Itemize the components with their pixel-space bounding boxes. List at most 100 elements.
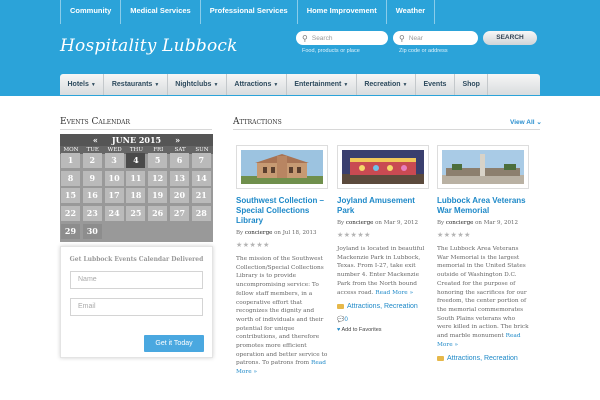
nav-recreation[interactable]: Recreation ▼	[357, 74, 416, 95]
calendar-day[interactable]: 25	[126, 206, 146, 222]
top-nav-professional-services[interactable]: Professional Services	[201, 0, 298, 24]
calendar-header: « JUNE 2015 »	[60, 134, 213, 146]
divider	[60, 129, 212, 130]
calendar-day[interactable]: 8	[61, 170, 80, 186]
top-nav-home-improvement[interactable]: Home Improvement	[298, 0, 387, 24]
calendar-day[interactable]: 5	[148, 153, 168, 168]
calendar-day-current[interactable]: 4	[126, 153, 146, 168]
attraction-thumbnail[interactable]	[437, 145, 529, 189]
attraction-description: The mission of the Southwest Collection/…	[236, 256, 328, 376]
calendar-day[interactable]: 7	[191, 153, 211, 168]
chevron-down-icon: ▼	[90, 82, 96, 88]
search-icon: ⚲	[399, 33, 405, 43]
main-nav: Hotels ▼ Restaurants ▼ Nightclubs ▼ Attract…	[60, 74, 540, 95]
author-link[interactable]: concierge	[446, 220, 473, 226]
attraction-meta: By concierge on Jul 18, 2013	[236, 230, 317, 236]
attraction-title[interactable]: Lubbock Area Veterans War Memorial	[437, 196, 529, 216]
subscribe-box: Get Lubbock Events Calendar Delivered Na…	[60, 246, 213, 358]
rating-stars[interactable]: ★★★★★	[236, 241, 328, 249]
site-logo[interactable]: Hospitality Lubbock	[60, 36, 238, 56]
attraction-thumbnail[interactable]	[337, 145, 429, 189]
attraction-description: The Lubbock Area Veterans War Memorial i…	[437, 246, 529, 348]
site-header: Community Medical Services Professional …	[0, 0, 600, 96]
author-link[interactable]: concierge	[346, 220, 373, 226]
calendar-day[interactable]: 27	[170, 206, 189, 222]
calendar-day[interactable]: 16	[82, 188, 102, 204]
calendar-prev-button[interactable]: «	[93, 135, 98, 145]
top-nav-weather[interactable]: Weather	[387, 0, 436, 24]
top-nav-community[interactable]: Community	[60, 0, 122, 24]
calendar-day[interactable]: 3	[104, 153, 124, 168]
calendar-next-button[interactable]: »	[175, 135, 180, 145]
war-memorial-photo	[442, 150, 524, 184]
calendar-day[interactable]: 9	[82, 170, 102, 186]
search-query-group: ⚲ Search Food, products or place	[296, 31, 388, 54]
calendar-day[interactable]: 12	[148, 170, 168, 186]
nav-hotels[interactable]: Hotels ▼	[60, 74, 105, 95]
chevron-down-icon: ▼	[343, 82, 349, 88]
library-photo	[241, 150, 323, 184]
category-tags[interactable]: Attractions, Recreation	[437, 355, 529, 362]
calendar-day[interactable]: 30	[82, 223, 102, 239]
calendar-day[interactable]: 26	[148, 206, 168, 222]
search-input[interactable]: ⚲ Search	[296, 31, 388, 45]
name-field[interactable]: Name	[70, 271, 203, 289]
nav-nightclubs[interactable]: Nightclubs ▼	[168, 74, 227, 95]
category-tags[interactable]: Attractions, Recreation	[337, 303, 429, 310]
author-link[interactable]: concierge	[245, 230, 272, 236]
calendar-day[interactable]: 29	[61, 223, 80, 239]
calendar-day[interactable]: 17	[104, 188, 124, 204]
calendar-day[interactable]: 10	[104, 170, 124, 186]
attraction-card: Southwest Collection – Special Collectio…	[236, 145, 328, 377]
attraction-meta: By concierge on Mar 9, 2012	[437, 220, 518, 226]
chevron-down-icon: ▼	[154, 82, 160, 88]
nav-restaurants[interactable]: Restaurants ▼	[104, 74, 168, 95]
near-input[interactable]: ⚲ Near	[393, 31, 478, 45]
read-more-link[interactable]: Read More »	[375, 290, 413, 296]
heart-icon: ♥	[337, 327, 341, 334]
divider	[233, 129, 540, 130]
get-it-today-button[interactable]: Get it Today	[144, 335, 204, 352]
nav-entertainment[interactable]: Entertainment ▼	[287, 74, 357, 95]
calendar-day[interactable]: 22	[61, 206, 80, 222]
calendar-day[interactable]: 21	[191, 188, 211, 204]
nav-attractions[interactable]: Attractions ▼	[227, 74, 287, 95]
attraction-card: Joyland Amusement Park By concierge on M…	[337, 145, 429, 333]
rating-stars[interactable]: ★★★★★	[337, 231, 429, 239]
chevron-down-icon: ▼	[213, 82, 219, 88]
events-calendar-title: Events Calendar	[60, 117, 131, 127]
rating-stars[interactable]: ★★★★★	[437, 231, 529, 239]
attraction-title[interactable]: Southwest Collection – Special Collectio…	[236, 196, 328, 226]
calendar-day[interactable]: 19	[148, 188, 168, 204]
attraction-card: Lubbock Area Veterans War Memorial By co…	[437, 145, 529, 362]
subscribe-title: Get Lubbock Events Calendar Delivered	[69, 256, 204, 263]
email-field[interactable]: Email	[70, 298, 203, 316]
calendar-day[interactable]: 23	[82, 206, 102, 222]
search-hint: Food, products or place	[302, 48, 360, 54]
calendar-day[interactable]: 11	[126, 170, 146, 186]
calendar-day[interactable]: 15	[61, 188, 80, 204]
calendar-day[interactable]: 18	[126, 188, 146, 204]
attraction-description: Joyland is located in beautiful Mackenzi…	[337, 246, 425, 296]
view-all-link[interactable]: View All ⌄	[510, 118, 542, 126]
top-nav-medical-services[interactable]: Medical Services	[121, 0, 201, 24]
calendar-month: JUNE 2015	[111, 135, 162, 145]
calendar-day[interactable]: 24	[104, 206, 124, 222]
calendar-day[interactable]: 2	[82, 153, 102, 168]
search-button[interactable]: SEARCH	[483, 31, 537, 45]
chevron-down-icon: ▼	[273, 82, 279, 88]
near-group: ⚲ Near Zip code or address	[393, 31, 478, 54]
calendar-day[interactable]: 1	[61, 153, 80, 168]
nav-events[interactable]: Events	[416, 74, 455, 95]
attraction-thumbnail[interactable]	[236, 145, 328, 189]
top-nav: Community Medical Services Professional …	[60, 0, 436, 24]
add-to-favorites-link[interactable]: ♥ Add to Favorites	[337, 327, 429, 333]
calendar-day[interactable]: 14	[191, 170, 211, 186]
calendar-day[interactable]: 28	[191, 206, 211, 222]
comments-count[interactable]: 💬0	[337, 316, 429, 323]
calendar-day[interactable]: 13	[170, 170, 189, 186]
attraction-title[interactable]: Joyland Amusement Park	[337, 196, 429, 216]
nav-shop[interactable]: Shop	[455, 74, 489, 95]
calendar-day[interactable]: 20	[170, 188, 189, 204]
calendar-day[interactable]: 6	[170, 153, 189, 168]
